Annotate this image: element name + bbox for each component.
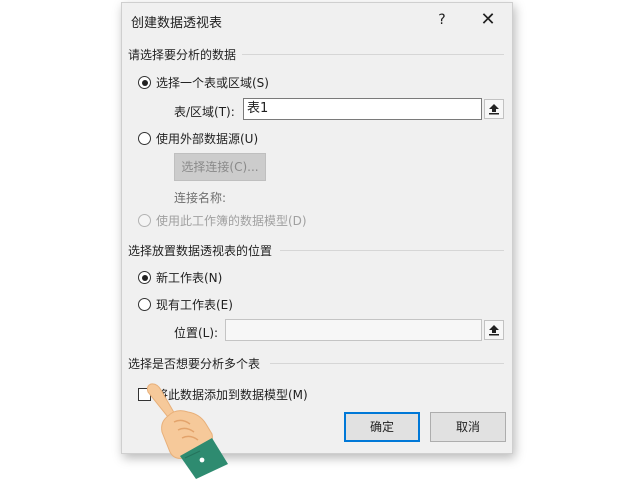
option-select-range-label[interactable]: 选择一个表或区域(S) <box>156 74 269 91</box>
option-external-source-label[interactable]: 使用外部数据源(U) <box>156 130 258 147</box>
radio-select-range[interactable] <box>138 76 151 89</box>
option-data-model-label[interactable]: 使用此工作簿的数据模型(D) <box>156 212 307 229</box>
section-divider <box>242 54 504 55</box>
range-input[interactable]: 表1 <box>243 98 482 120</box>
cancel-button[interactable]: 取消 <box>430 412 506 442</box>
multi-table-section-heading: 选择是否想要分析多个表 <box>128 357 261 371</box>
dialog-title: 创建数据透视表 <box>131 16 223 31</box>
source-section-heading: 请选择要分析的数据 <box>128 48 237 62</box>
radio-new-sheet[interactable] <box>138 271 151 284</box>
connection-name-label: 连接名称: <box>174 191 227 205</box>
radio-external-source[interactable] <box>138 132 151 145</box>
range-collapse-button[interactable] <box>484 99 504 119</box>
location-field-label: 位置(L): <box>174 326 219 340</box>
section-divider <box>280 250 504 251</box>
location-collapse-button[interactable] <box>484 320 504 340</box>
location-input[interactable] <box>225 319 482 341</box>
title-bar: 创建数据透视表 ? ✕ <box>122 3 512 37</box>
option-new-sheet-label[interactable]: 新工作表(N) <box>156 269 222 286</box>
section-divider <box>270 363 504 364</box>
radio-existing-sheet[interactable] <box>138 298 151 311</box>
close-button[interactable]: ✕ <box>476 9 500 31</box>
placement-section-heading: 选择放置数据透视表的位置 <box>128 244 273 258</box>
option-existing-sheet-label[interactable]: 现有工作表(E) <box>156 296 233 313</box>
ok-button[interactable]: 确定 <box>344 412 420 442</box>
radio-data-model[interactable] <box>138 214 151 227</box>
pointing-hand-icon <box>146 383 228 479</box>
range-field-label: 表/区域(T): <box>174 105 235 119</box>
collapse-arrow-icon <box>489 104 499 115</box>
choose-connection-button[interactable]: 选择连接(C)... <box>174 153 266 181</box>
collapse-arrow-icon <box>489 325 499 336</box>
help-button[interactable]: ? <box>430 9 454 31</box>
